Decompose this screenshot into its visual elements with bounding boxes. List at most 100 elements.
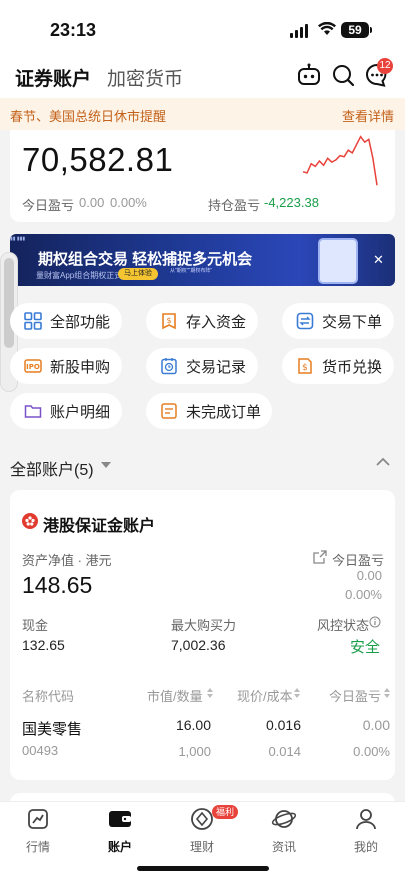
tab-account[interactable]: 账户 [90,806,150,855]
tab-label: 行情 [25,840,50,854]
battery-icon: 59 [341,22,369,38]
holding-market-value: 16.00 [175,717,211,733]
info-icon[interactable] [369,616,381,628]
action-currency-exchange[interactable]: $ 货币兑换 [282,348,394,384]
chevron-down-icon[interactable] [101,462,111,468]
card-today-pl-label: 今日盈亏 [332,553,385,568]
col-market-value[interactable]: 市值/数量 [147,686,203,705]
chart-icon [8,806,68,832]
position-pl-label: 持仓盈亏 [208,198,261,213]
share-icon[interactable] [313,550,327,564]
card-today-pl-pct: 0.00% [345,587,382,602]
cash-value: 132.65 [22,637,65,653]
action-ipo[interactable]: IPO 新股申购 [10,348,122,384]
svg-text:$: $ [302,363,308,373]
buying-power-value: 7,002.36 [171,637,226,653]
deposit-icon: $ [160,312,178,330]
tab-news[interactable]: 资讯 [254,806,314,855]
action-label: 交易下单 [322,313,383,331]
grid-icon [24,312,42,330]
holding-price: 0.016 [265,717,301,733]
today-pl-pct: 0.00% [110,195,147,210]
holding-name: 国美零售 [22,721,83,738]
sparkline-chart [302,135,378,186]
buying-power-label: 最大购买力 [171,618,237,633]
action-label: 交易记录 [186,358,247,376]
risk-status-value: 安全 [350,639,381,656]
banner-title: 期权组合交易 轻松捕捉多元机会 [38,251,253,268]
action-account-details[interactable]: 账户明细 [10,393,122,429]
exchange-icon: $ [296,357,314,375]
holding-quantity: 1,000 [178,744,211,759]
cash-label: 现金 [22,618,49,633]
signal-icon [290,24,308,38]
banner-brand-tag: ▮▮ ▮▮▮ [10,236,26,242]
hk-flag-icon [22,513,38,529]
status-time: 23:13 [50,20,97,40]
scrollbar-thumb[interactable] [4,258,14,348]
user-icon [336,806,396,832]
action-trade-records[interactable]: 交易记录 [146,348,258,384]
sort-icon[interactable] [206,687,214,699]
tab-market[interactable]: 行情 [8,806,68,855]
today-pl-value: 0.00 [79,195,105,210]
holding-pl-pct: 0.00% [353,744,390,759]
banner-phone-illustration [318,238,358,284]
action-all-functions[interactable]: 全部功能 [10,303,122,339]
holding-code: 00493 [22,743,59,758]
tab-label: 我的 [353,840,378,854]
tab-label: 账户 [107,840,132,854]
net-assets-label: 资产净值 · 港元 [22,553,112,568]
col-price-cost[interactable]: 现价/成本 [237,686,293,705]
risk-label: 风控状态 [317,618,370,633]
action-pending-orders[interactable]: 未完成订单 [146,393,272,429]
notice-details-link[interactable]: 查看详情 [342,106,394,125]
tab-label: 理财 [189,840,214,854]
banner-mini-text: 从"期权""期权布阵" [170,268,213,274]
tab-securities-account[interactable]: 证券账户 [15,64,91,91]
sparkline-line [302,135,378,186]
tab-label: 资讯 [271,840,296,854]
search-icon[interactable] [330,62,356,88]
planet-icon [254,806,314,832]
wifi-icon [318,22,336,35]
total-asset-value: 70,582.81 [22,141,174,178]
robot-icon[interactable] [296,62,322,88]
sort-icon[interactable] [383,687,391,699]
folder-icon [24,402,42,420]
sort-icon[interactable] [293,687,301,699]
welfare-badge: 福利 [212,805,239,819]
net-assets-value: 148.65 [22,572,93,598]
holding-cost: 0.014 [268,744,301,759]
action-place-order[interactable]: 交易下单 [282,303,394,339]
svg-text:IPO: IPO [26,363,40,371]
account-title: 港股保证金账户 [43,518,156,535]
trade-icon [296,312,314,330]
tab-crypto[interactable]: 加密货币 [107,64,183,91]
tab-me[interactable]: 我的 [336,806,396,855]
message-badge: 12 [377,58,393,74]
col-today-pl[interactable]: 今日盈亏 [329,686,381,705]
banner-cta-button[interactable]: 马上体验 [118,268,158,280]
position-pl-value: -4,223.38 [264,195,319,210]
card-today-pl-value: 0.00 [356,568,382,583]
home-indicator [137,866,269,871]
action-label: 新股申购 [50,358,111,376]
action-deposit[interactable]: $ 存入资金 [146,303,258,339]
holding-pl: 0.00 [362,717,390,733]
notice-text: 春节、美国总统日休市提醒 [10,109,167,124]
chevron-up-icon[interactable] [376,457,390,467]
action-label: 账户明细 [50,403,111,421]
ipo-icon: IPO [24,357,42,375]
banner-close-icon[interactable]: ✕ [373,252,384,268]
action-label: 未完成订单 [186,403,262,421]
action-label: 货币兑换 [322,358,383,376]
svg-text:$: $ [166,316,171,325]
record-icon [160,357,178,375]
all-accounts-header[interactable]: 全部账户(5) [10,456,94,480]
order-icon [160,402,178,420]
wallet-icon [90,806,150,832]
today-pl-label: 今日盈亏 [22,198,75,213]
action-label: 存入资金 [186,313,247,331]
col-name-code: 名称代码 [22,689,75,704]
